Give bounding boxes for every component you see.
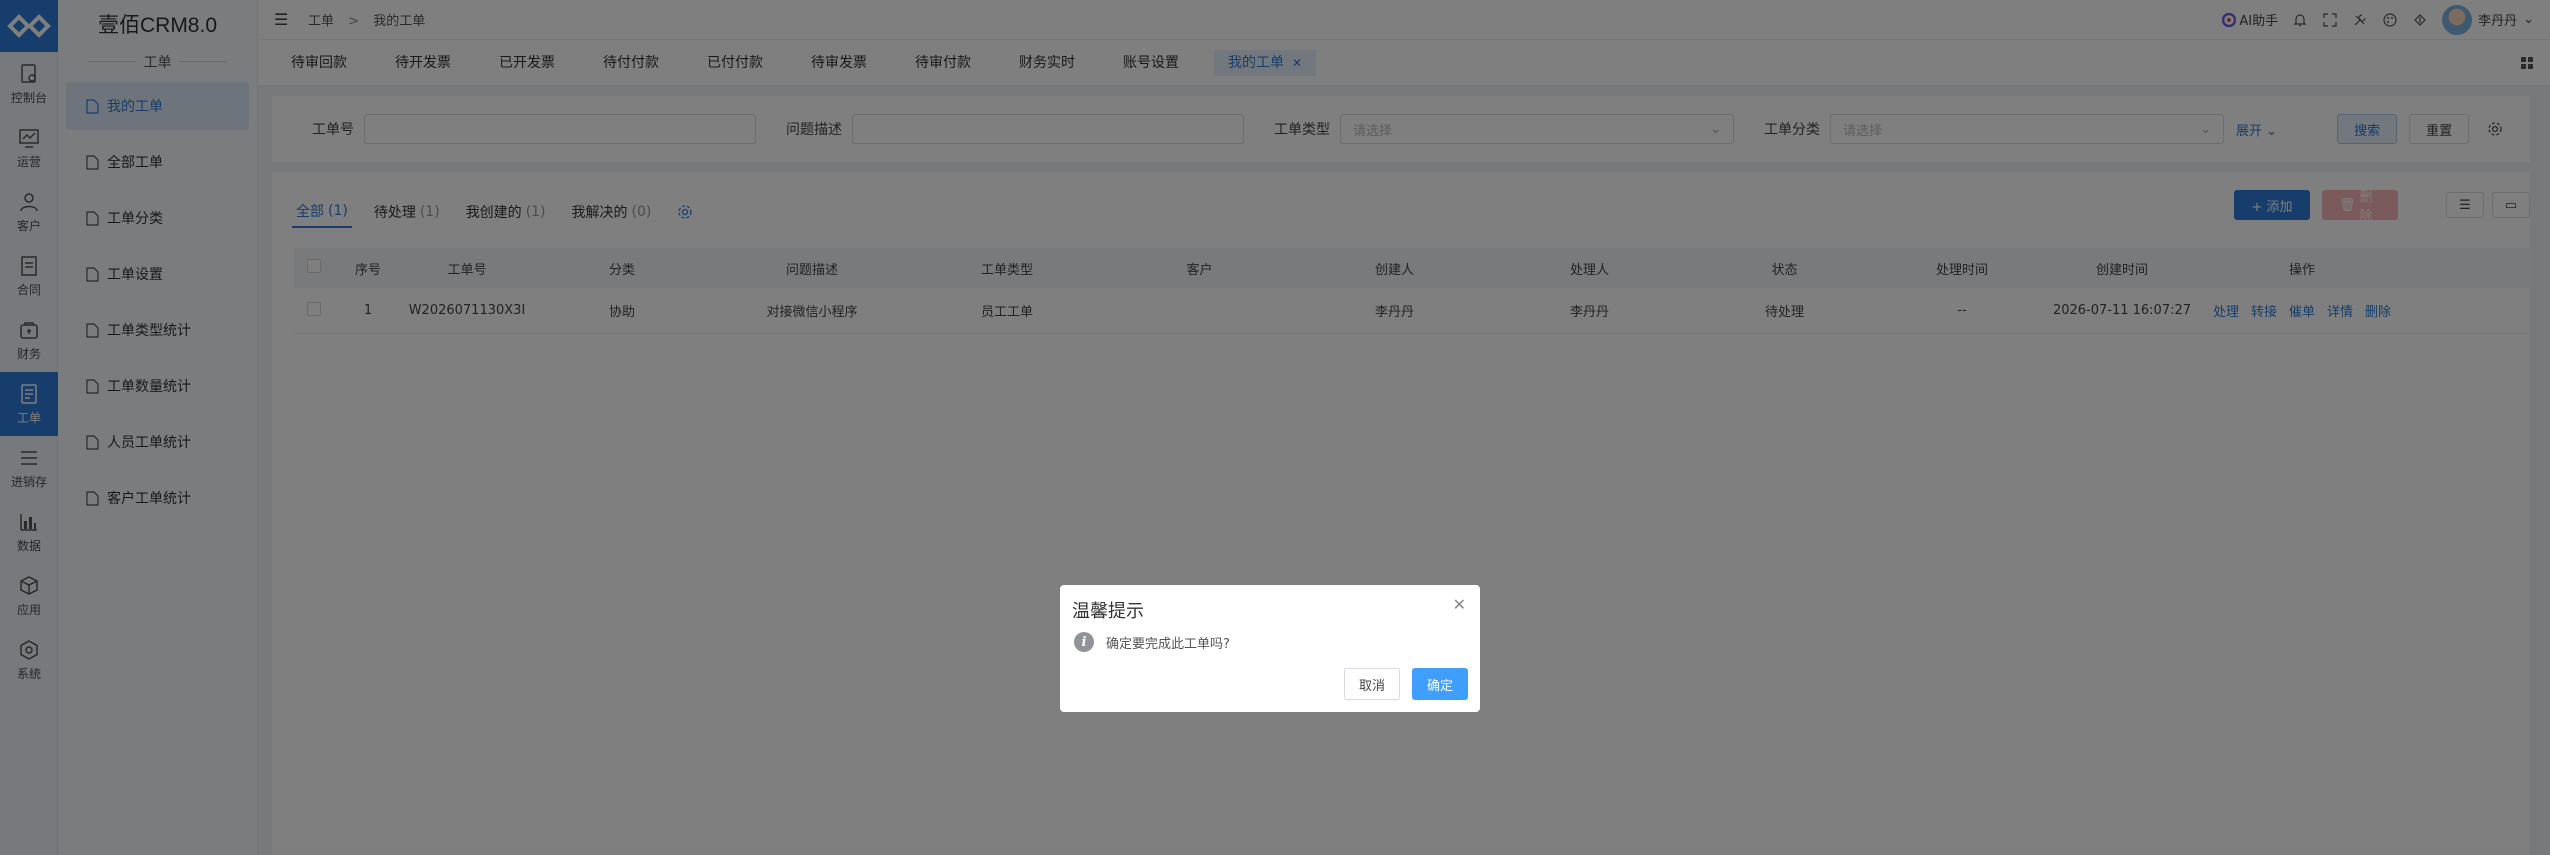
cancel-button[interactable]: 取消 (1343, 668, 1400, 700)
dialog-message: 确定要完成此工单吗? (1106, 636, 1230, 652)
close-icon[interactable]: ✕ (1453, 595, 1466, 614)
info-icon: i (1074, 632, 1094, 652)
dialog-title: 温馨提示 (1072, 601, 1144, 622)
confirm-dialog: 温馨提示 ✕ i 确定要完成此工单吗? 取消 确定 (1060, 585, 1480, 712)
confirm-button[interactable]: 确定 (1411, 668, 1468, 700)
dialog-footer: 取消 确定 (1343, 668, 1468, 700)
dialog-body: i 确定要完成此工单吗? (1074, 632, 1230, 652)
modal-overlay[interactable] (0, 0, 2550, 855)
